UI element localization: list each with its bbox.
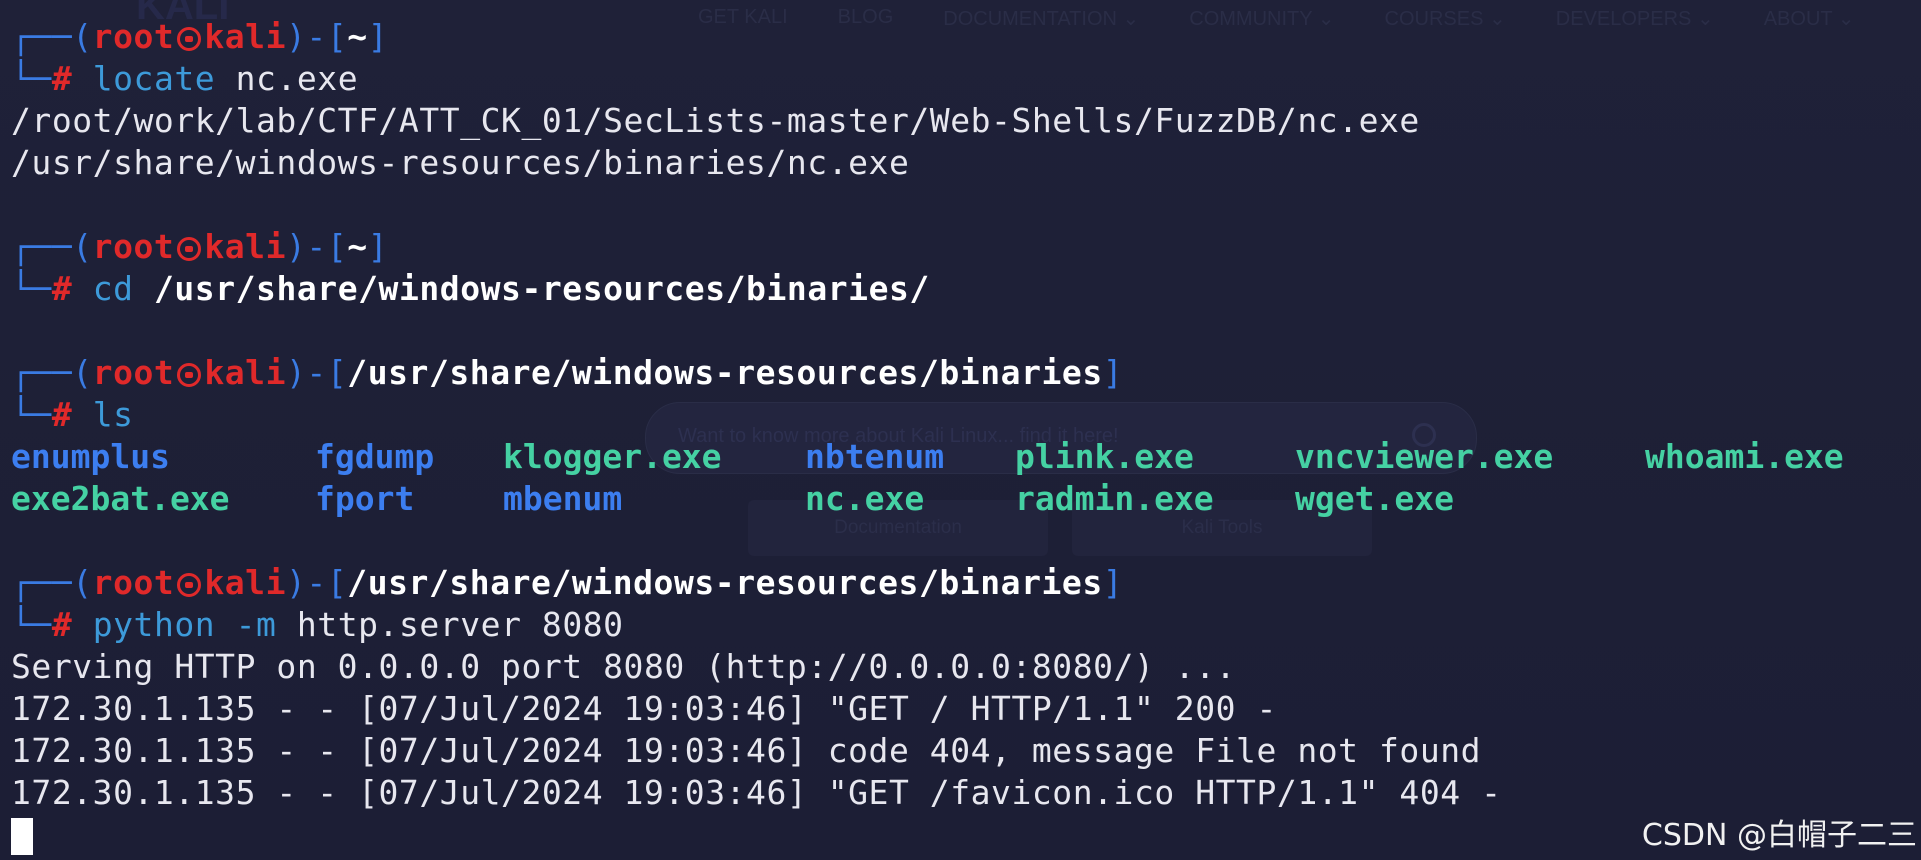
ls-entry-exe: wget.exe: [1295, 479, 1454, 518]
ls-entry-exe: vncviewer.exe: [1295, 437, 1554, 476]
prompt-user: root: [92, 17, 175, 56]
ls-row: exe2bat.exe fport mbenum nc.exe radmin.e…: [11, 478, 1921, 520]
command-args: nc.exe: [215, 59, 359, 98]
output-line: 172.30.1.135 - - [07/Jul/2024 19:03:46] …: [11, 773, 1502, 812]
ls-entry-dir: nbtenum: [805, 437, 945, 476]
prompt-box-mid: )-[: [286, 353, 348, 392]
ls-entry-dir: enumplus: [11, 437, 170, 476]
prompt-box-mid: )-[: [286, 563, 348, 602]
prompt-box-close: ]: [1102, 353, 1124, 392]
prompt-cwd: ~: [347, 227, 368, 266]
prompt-box-second: └─: [11, 269, 52, 308]
ls-entry-exe: radmin.exe: [1015, 479, 1214, 518]
command-args: /usr/share/windows-resources/binaries/: [133, 269, 930, 308]
command-line: └─# locate nc.exe: [11, 58, 1921, 100]
command-name: cd: [92, 269, 134, 308]
prompt-user: root: [92, 563, 175, 602]
terminal-window[interactable]: KALI GET KALI BLOG DOCUMENTATION ⌄ COMMU…: [0, 0, 1921, 860]
prompt-hash: #: [51, 605, 73, 644]
output-line: /usr/share/windows-resources/binaries/nc…: [11, 143, 910, 182]
prompt-user: root: [92, 353, 175, 392]
ls-entry-dir: mbenum: [503, 479, 623, 518]
csdn-watermark: CSDN @白帽子二三: [1641, 818, 1917, 853]
prompt-box-second: └─: [11, 59, 52, 98]
prompt-cwd: ~: [347, 17, 368, 56]
terminal-cursor[interactable]: [11, 818, 33, 855]
prompt-host: kali: [204, 353, 287, 392]
prompt-hash: #: [51, 395, 73, 434]
command-line: └─# cd /usr/share/windows-resources/bina…: [11, 268, 1921, 310]
output-line: 172.30.1.135 - - [07/Jul/2024 19:03:46] …: [11, 731, 1482, 770]
kali-skull-icon: [177, 27, 202, 51]
prompt-cwd: /usr/share/windows-resources/binaries: [347, 563, 1103, 602]
ls-entry-exe: klogger.exe: [503, 437, 722, 476]
prompt-line: ┌──(root kali)-[/usr/share/windows-resour…: [11, 352, 1921, 394]
ls-entry-exe: nc.exe: [805, 479, 925, 518]
prompt-box-second: └─: [11, 395, 52, 434]
prompt-cwd: /usr/share/windows-resources/binaries: [347, 353, 1103, 392]
ls-output: enumplus fgdump klogger.exe nbtenum plin…: [11, 436, 1921, 520]
prompt-box-second: └─: [11, 605, 52, 644]
prompt-host: kali: [204, 563, 287, 602]
kali-skull-icon: [177, 573, 202, 597]
prompt-box-close: ]: [367, 17, 389, 56]
prompt-box-mid: )-[: [286, 17, 348, 56]
command-name: python: [92, 605, 216, 644]
command-line: └─# python -m http.server 8080: [11, 604, 1921, 646]
output-line: /root/work/lab/CTF/ATT_CK_01/SecLists-ma…: [11, 101, 1420, 140]
prompt-hash: #: [51, 59, 73, 98]
ls-entry-exe: whoami.exe: [1645, 437, 1844, 476]
prompt-line: ┌──(root kali)-[~]: [11, 226, 1921, 268]
prompt-box-open: ┌──(: [11, 227, 93, 266]
ls-entry-dir: fport: [315, 479, 415, 518]
kali-skull-icon: [177, 363, 202, 387]
command-line: └─# ls: [11, 394, 1921, 436]
kali-skull-icon: [177, 237, 202, 261]
output-line: 172.30.1.135 - - [07/Jul/2024 19:03:46] …: [11, 689, 1277, 728]
prompt-box-open: ┌──(: [11, 353, 93, 392]
ls-entry-dir: fgdump: [315, 437, 435, 476]
command-args: http.server 8080: [276, 605, 624, 644]
terminal-content: ┌──(root kali)-[~] └─# locate nc.exe /roo…: [11, 16, 1921, 856]
cursor-line[interactable]: [11, 814, 1921, 856]
prompt-host: kali: [204, 17, 287, 56]
prompt-user: root: [92, 227, 175, 266]
prompt-box-close: ]: [367, 227, 389, 266]
prompt-line: ┌──(root kali)-[/usr/share/windows-resour…: [11, 562, 1921, 604]
ls-row: enumplus fgdump klogger.exe nbtenum plin…: [11, 436, 1921, 478]
ls-entry-exe: plink.exe: [1015, 437, 1194, 476]
prompt-box-mid: )-[: [286, 227, 348, 266]
prompt-box-open: ┌──(: [11, 17, 93, 56]
command-flag: -m: [215, 605, 277, 644]
prompt-box-open: ┌──(: [11, 563, 93, 602]
prompt-hash: #: [51, 269, 73, 308]
prompt-host: kali: [204, 227, 287, 266]
prompt-box-close: ]: [1102, 563, 1124, 602]
ls-entry-exe: exe2bat.exe: [11, 479, 230, 518]
output-line: Serving HTTP on 0.0.0.0 port 8080 (http:…: [11, 647, 1237, 686]
command-name: locate: [92, 59, 216, 98]
command-name: ls: [92, 395, 134, 434]
prompt-line: ┌──(root kali)-[~]: [11, 16, 1921, 58]
